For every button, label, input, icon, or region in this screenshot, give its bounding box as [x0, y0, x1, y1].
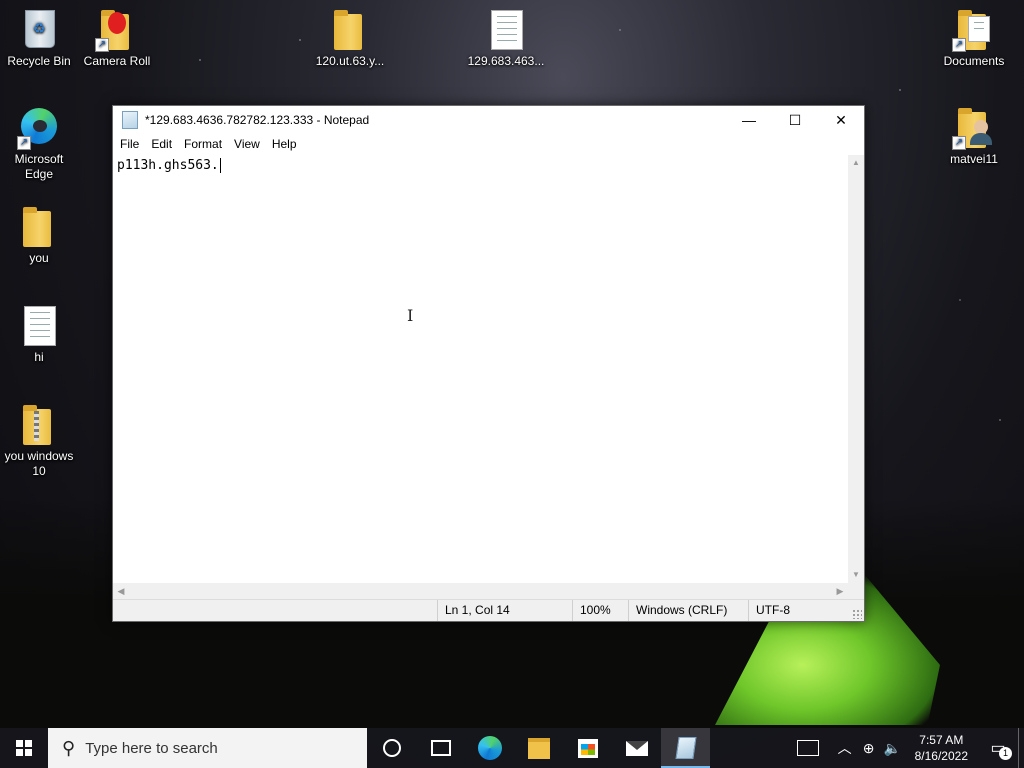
scroll-up-icon[interactable]: ▲: [848, 155, 864, 171]
notepad-window[interactable]: *129.683.4636.782782.123.333 - Notepad —…: [112, 105, 865, 622]
start-button[interactable]: [0, 728, 48, 768]
close-button[interactable]: ✕: [818, 106, 864, 134]
chevron-up-icon[interactable]: ︿: [833, 738, 857, 758]
taskbar-store-button[interactable]: [563, 728, 612, 768]
cortana-button[interactable]: [367, 728, 416, 768]
menu-bar: File Edit Format View Help: [113, 134, 864, 155]
file-explorer-icon: [527, 737, 550, 759]
horizontal-scrollbar[interactable]: ◀ ▶: [113, 583, 848, 600]
notepad-icon: [122, 111, 138, 129]
clock-time: 7:57 AM: [919, 733, 964, 747]
show-desktop-button[interactable]: [1018, 728, 1024, 768]
desktop-icon-label: you: [29, 251, 49, 265]
network-icon[interactable]: ⊕: [857, 740, 881, 757]
menu-edit[interactable]: Edit: [145, 134, 178, 155]
desktop-icon-folder-120[interactable]: 120.ut.63.y...: [311, 8, 389, 69]
task-view-icon: [430, 740, 451, 756]
text-file-icon: [19, 304, 59, 346]
cortana-icon: [382, 739, 401, 757]
news-widget-icon[interactable]: [796, 740, 819, 756]
taskbar-mail-button[interactable]: [612, 728, 661, 768]
notification-center-button[interactable]: ▭ 1: [978, 728, 1018, 768]
folder-shortcut-icon: ↗: [95, 8, 137, 52]
volume-muted-icon[interactable]: 🔈: [881, 740, 905, 757]
resize-grip-icon[interactable]: [852, 609, 862, 619]
desktop-icon-hi[interactable]: hi: [0, 304, 78, 365]
desktop-icon-microsoft-edge[interactable]: ↗ Microsoft Edge: [0, 106, 78, 182]
title-bar[interactable]: *129.683.4636.782782.123.333 - Notepad —…: [113, 106, 864, 134]
system-tray: ︿ ⊕ 🔈 7:57 AM 8/16/2022 ▭ 1: [796, 728, 1024, 768]
zip-folder-icon: [19, 403, 59, 445]
desktop-icon-label: Recycle Bin: [7, 54, 71, 68]
taskbar-edge-button[interactable]: [465, 728, 514, 768]
desktop-icon-you-windows-10[interactable]: you windows 10: [0, 403, 78, 479]
text-editor[interactable]: p113h.ghs563.: [113, 155, 848, 583]
folder-icon: [330, 8, 370, 50]
taskbar-search-box[interactable]: ⚲ Type here to search: [48, 728, 367, 768]
mail-icon: [625, 740, 648, 756]
search-icon: ⚲: [62, 737, 76, 758]
desktop-icon-text-file-129[interactable]: 129.683.463...: [467, 8, 545, 69]
editor-content: p113h.ghs563.: [117, 158, 219, 173]
store-icon: [577, 738, 598, 758]
edge-icon: ↗: [17, 106, 59, 150]
desktop-icon-you[interactable]: you: [0, 205, 78, 266]
notification-badge: 1: [999, 747, 1012, 760]
status-position: Ln 1, Col 14: [437, 600, 572, 621]
scroll-left-icon[interactable]: ◀: [113, 583, 129, 600]
desktop-icon-label: Camera Roll: [83, 54, 151, 68]
task-view-button[interactable]: [416, 728, 465, 768]
taskbar: ⚲ Type here to search ︿ ⊕ 🔈 7:57 AM 8/16…: [0, 728, 1024, 768]
desktop-icon-label: you windows 10: [4, 449, 74, 478]
scroll-right-icon[interactable]: ▶: [832, 583, 848, 600]
menu-view[interactable]: View: [228, 134, 266, 155]
menu-format[interactable]: Format: [178, 134, 228, 155]
desktop-icon-label: 120.ut.63.y...: [315, 54, 385, 68]
menu-help[interactable]: Help: [266, 134, 303, 155]
minimize-button[interactable]: —: [726, 106, 772, 134]
window-title: *129.683.4636.782782.123.333 - Notepad: [145, 113, 370, 127]
desktop-icon-recycle-bin[interactable]: Recycle Bin: [0, 8, 78, 69]
status-zoom: 100%: [572, 600, 628, 621]
taskbar-notepad-button[interactable]: [661, 728, 710, 768]
windows-logo-icon: [16, 740, 32, 756]
status-bar: Ln 1, Col 14 100% Windows (CRLF) UTF-8: [113, 599, 864, 621]
search-placeholder: Type here to search: [85, 739, 218, 757]
text-file-icon: [486, 8, 526, 50]
folder-shortcut-icon: ↗: [952, 8, 994, 52]
status-line-endings: Windows (CRLF): [628, 600, 748, 621]
desktop-icon-label: matvei11: [950, 152, 998, 166]
menu-file[interactable]: File: [114, 134, 145, 155]
recycle-bin-icon: [25, 10, 55, 48]
vertical-scrollbar[interactable]: ▲ ▼: [848, 155, 864, 583]
folder-icon: [19, 205, 59, 247]
text-caret: [219, 158, 221, 173]
desktop-icon-camera-roll[interactable]: ↗ Camera Roll: [78, 8, 156, 69]
scroll-down-icon[interactable]: ▼: [848, 567, 864, 583]
status-encoding: UTF-8: [748, 600, 846, 621]
taskbar-file-explorer-button[interactable]: [514, 728, 563, 768]
clock-date: 8/16/2022: [914, 749, 968, 763]
maximize-button[interactable]: ☐: [772, 106, 818, 134]
desktop-icon-label: Microsoft Edge: [14, 152, 64, 181]
notepad-icon: [674, 737, 697, 759]
desktop-icon-documents[interactable]: ↗ Documents: [935, 8, 1013, 69]
desktop-icon-matvei11[interactable]: ↗ matvei11: [935, 106, 1013, 167]
clock[interactable]: 7:57 AM 8/16/2022: [915, 732, 968, 764]
desktop-icon-label: Documents: [943, 54, 1005, 68]
edge-icon: [477, 736, 502, 760]
scrollbar-corner: [848, 583, 864, 600]
desktop-icon-label: 129.683.463...: [467, 54, 545, 68]
user-folder-icon: ↗: [952, 106, 994, 150]
desktop-icon-label: hi: [34, 350, 44, 364]
